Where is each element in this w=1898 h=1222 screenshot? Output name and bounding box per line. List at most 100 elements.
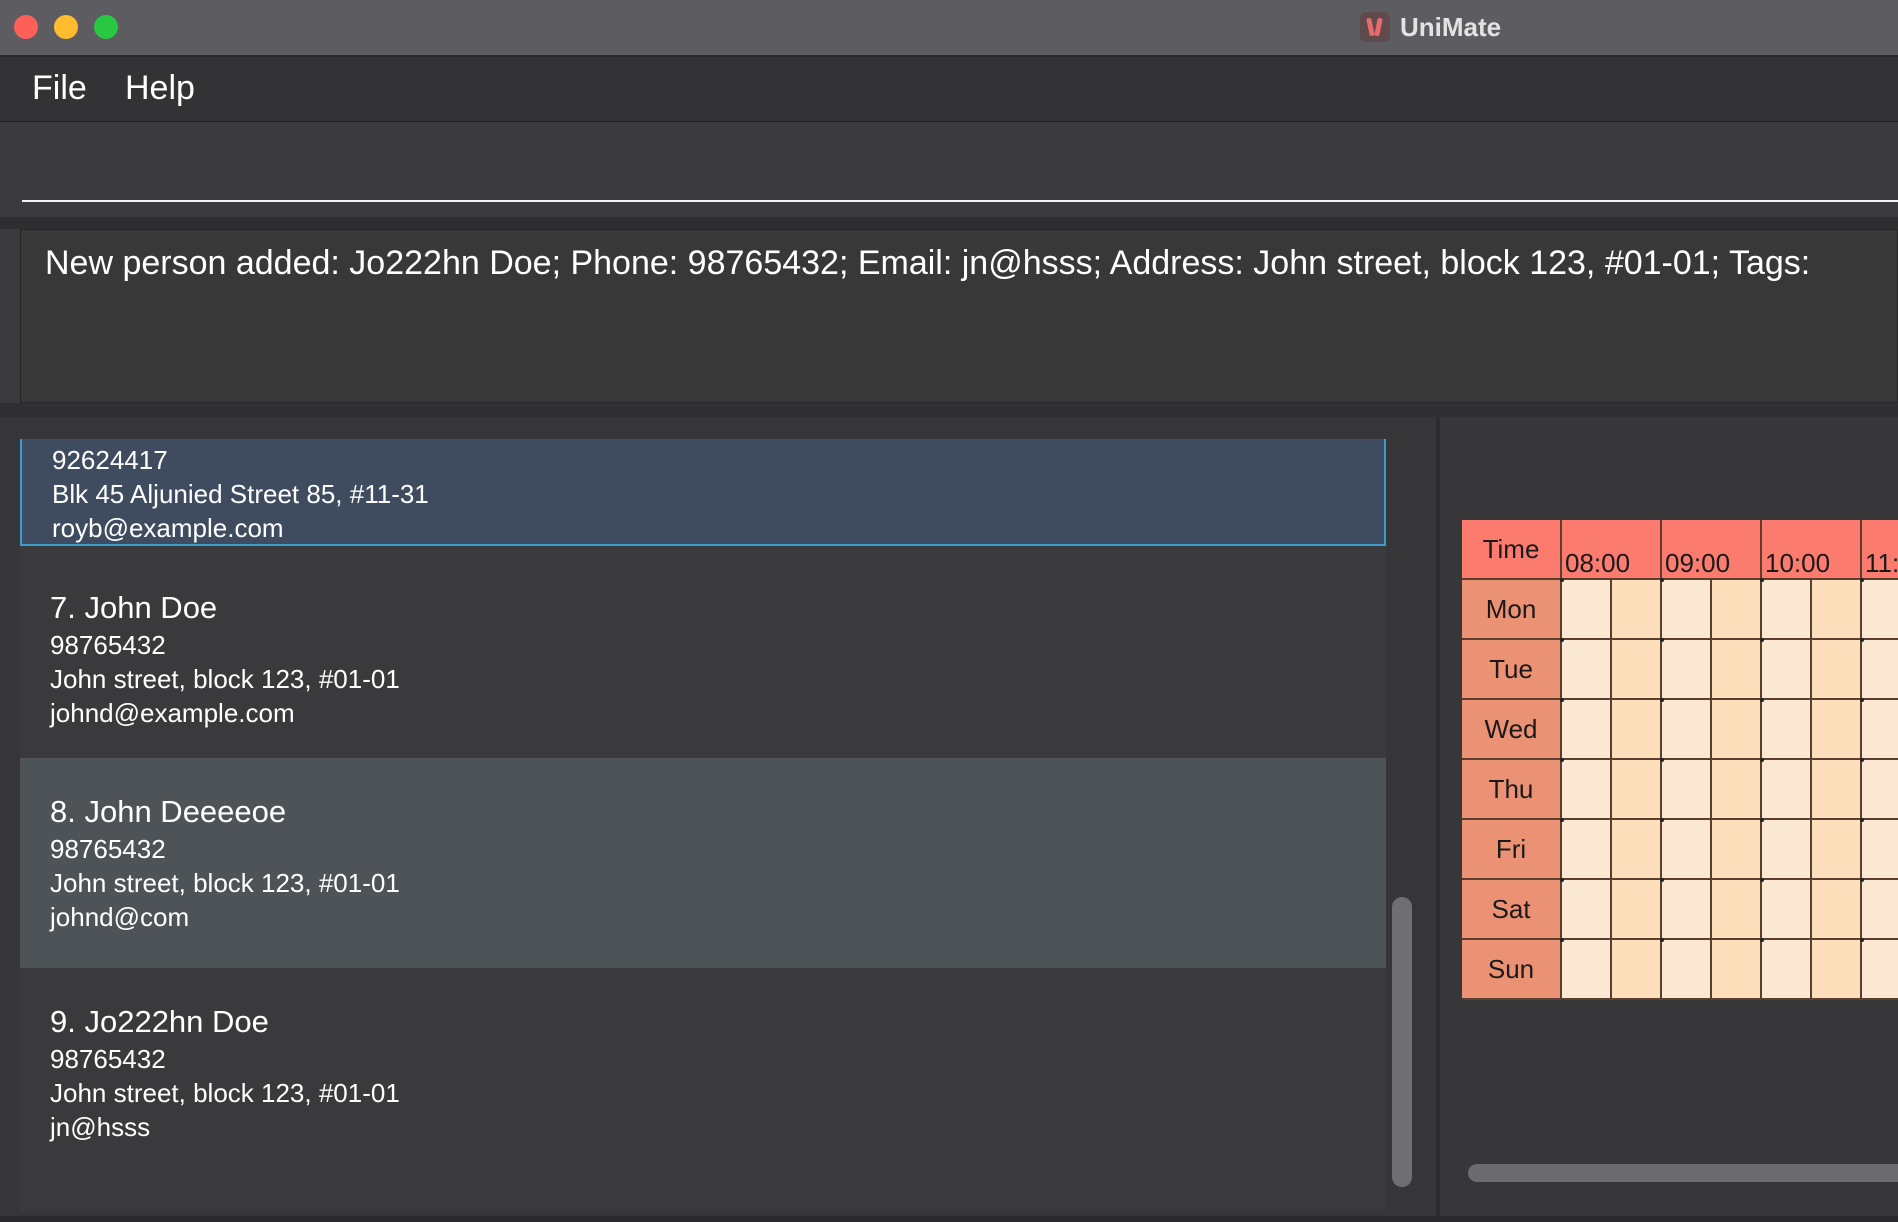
time-slot[interactable] [1862,940,1898,1000]
grid-dot [1660,578,1664,582]
hour-header: 10:00 [1762,520,1862,580]
grid-dot [1560,938,1564,942]
grid-dot [1660,878,1664,882]
person-list[interactable]: 92624417 Blk 45 Aljunied Street 85, #11-… [20,439,1386,1211]
person-card[interactable]: 9. Jo222hn Doe 98765432 John street, blo… [20,968,1386,1211]
time-slot[interactable] [1612,820,1662,880]
grid-dot [1560,878,1564,882]
time-slot[interactable] [1762,640,1812,700]
time-slot[interactable] [1712,700,1762,760]
time-slot[interactable] [1762,880,1812,940]
time-slot[interactable] [1812,580,1862,640]
time-slot[interactable] [1762,580,1812,640]
time-slot[interactable] [1562,640,1612,700]
grid-dot [1760,878,1764,882]
time-slot[interactable] [1662,820,1712,880]
time-slot[interactable] [1612,580,1662,640]
time-slot[interactable] [1562,580,1612,640]
list-scrollbar[interactable] [1392,897,1412,1187]
menu-file[interactable]: File [32,69,87,108]
time-slot[interactable] [1812,760,1862,820]
time-slot[interactable] [1862,760,1898,820]
person-card[interactable]: 92624417 Blk 45 Aljunied Street 85, #11-… [20,439,1386,546]
time-slot[interactable] [1662,640,1712,700]
person-phone: 98765432 [50,834,166,864]
time-slot[interactable] [1812,820,1862,880]
day-label: Wed [1462,700,1562,760]
time-slot[interactable] [1862,700,1898,760]
app-logo-icon [1360,12,1390,42]
menu-help[interactable]: Help [125,69,195,108]
time-slot[interactable] [1562,940,1612,1000]
command-input[interactable] [22,132,1898,202]
time-slot[interactable] [1862,640,1898,700]
time-slot[interactable] [1612,700,1662,760]
status-strip [0,1216,1898,1222]
person-email: royb@example.com [52,513,284,543]
time-slot[interactable] [1562,820,1612,880]
time-slot[interactable] [1662,580,1712,640]
time-slot[interactable] [1812,640,1862,700]
time-slot[interactable] [1712,880,1762,940]
grid-dot [1860,878,1864,882]
grid-dot [1860,578,1864,582]
time-slot[interactable] [1562,880,1612,940]
grid-dot [1760,758,1764,762]
time-slot[interactable] [1762,820,1812,880]
schedule-panel: Time 08:0009:0010:0011:00 MonTueWedThuFri… [1440,417,1898,1216]
app-name: UniMate [1400,11,1502,42]
command-box [0,122,1898,217]
time-slot[interactable] [1762,760,1812,820]
time-slot[interactable] [1862,820,1898,880]
person-list-panel: 92624417 Blk 45 Aljunied Street 85, #11-… [0,417,1436,1216]
app-title: UniMate [1360,10,1501,44]
person-card[interactable]: 7. John Doe 98765432 John street, block … [20,546,1386,758]
time-slot[interactable] [1762,700,1812,760]
grid-dot [1860,818,1864,822]
grid-dot [1660,698,1664,702]
person-address: John street, block 123, #01-01 [50,868,400,898]
hour-header: 08:00 [1562,520,1662,580]
time-slot[interactable] [1812,940,1862,1000]
day-label: Tue [1462,640,1562,700]
person-email: johnd@com [50,902,190,932]
time-slot[interactable] [1612,640,1662,700]
close-window-button[interactable] [14,15,38,39]
zoom-window-button[interactable] [94,15,118,39]
time-slot[interactable] [1712,820,1762,880]
grid-dot [1660,818,1664,822]
minimize-window-button[interactable] [54,15,78,39]
time-slot[interactable] [1862,880,1898,940]
time-slot[interactable] [1612,760,1662,820]
separator [0,217,1898,229]
time-slot[interactable] [1662,880,1712,940]
grid-dot [1560,818,1564,822]
time-slot[interactable] [1612,880,1662,940]
person-phone: 98765432 [50,630,166,660]
hour-header: 11:00 [1862,520,1898,580]
grid-dot [1560,698,1564,702]
time-slot[interactable] [1712,640,1762,700]
day-label: Sun [1462,940,1562,1000]
person-address: Blk 45 Aljunied Street 85, #11-31 [52,479,429,509]
time-slot[interactable] [1662,940,1712,1000]
time-slot[interactable] [1562,700,1612,760]
grid-dot [1560,578,1564,582]
person-name: 9. Jo222hn Doe [50,1004,269,1039]
person-card[interactable]: 8. John Deeeeoe 98765432 John street, bl… [20,758,1386,968]
grid-dot [1560,758,1564,762]
time-slot[interactable] [1762,940,1812,1000]
schedule-scrollbar[interactable] [1468,1164,1898,1182]
time-slot[interactable] [1662,760,1712,820]
time-slot[interactable] [1812,700,1862,760]
time-slot[interactable] [1812,880,1862,940]
time-slot[interactable] [1712,940,1762,1000]
time-slot[interactable] [1712,760,1762,820]
time-slot[interactable] [1712,580,1762,640]
grid-dot [1760,698,1764,702]
time-slot[interactable] [1612,940,1662,1000]
time-slot[interactable] [1662,700,1712,760]
time-slot[interactable] [1562,760,1612,820]
time-slot[interactable] [1862,580,1898,640]
person-name: 8. John Deeeeoe [50,794,287,829]
